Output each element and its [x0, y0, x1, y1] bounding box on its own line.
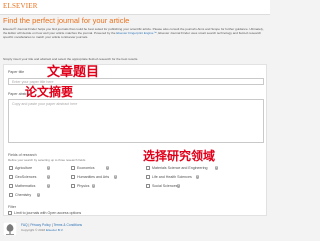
filter-label: Filter [8, 205, 16, 209]
footer-links: FAQ | Privacy Policy | Terms & Condition… [21, 223, 82, 227]
info-icon-life-health[interactable]: i [196, 175, 200, 179]
annotation-abstract: 论文摘要 [25, 85, 74, 99]
fields-of-research-hint: Refine your search by selecting up to th… [8, 157, 86, 162]
checkbox-life-health[interactable] [146, 175, 150, 179]
checkbox-humanities[interactable] [71, 175, 75, 179]
checkbox-agriculture[interactable] [9, 166, 13, 170]
paper-abstract-input[interactable] [8, 99, 264, 143]
privacy-policy-link[interactable]: Privacy Policy [30, 223, 51, 227]
field-label-agriculture: Agriculture [15, 166, 33, 170]
field-label-chemistry: Chemistry [15, 193, 32, 197]
open-access-label: Limit to journals with Open access optio… [14, 211, 82, 215]
info-icon-materials-science[interactable]: i [215, 166, 219, 170]
checkbox-open-access[interactable] [8, 211, 12, 215]
field-label-life-health: Life and Health Sciences [152, 175, 192, 179]
checkbox-chemistry[interactable] [9, 193, 13, 197]
info-icon-economics[interactable]: i [106, 166, 110, 170]
annotation-fields: 选择研究领域 [143, 149, 216, 163]
footer-copyright: Copyright © 2018 Elsevier B.V. [21, 228, 63, 232]
fingerprint-engine-link[interactable]: Elsevier Fingerprint Engine™ [116, 31, 156, 35]
faq-link[interactable]: FAQ [21, 223, 28, 227]
checkbox-economics[interactable] [71, 166, 75, 170]
elsevier-logo[interactable]: ELSEVIER [3, 2, 38, 10]
instruction-text: Simply insert your title and abstract an… [3, 57, 139, 61]
field-label-humanities: Humanities and Arts [77, 175, 110, 179]
field-label-materials-science: Materials Science and Engineering [152, 166, 208, 170]
page-title: Find the perfect journal for your articl… [3, 16, 130, 25]
field-label-geosciences: GeoSciences [15, 175, 37, 179]
info-icon-social-sciences[interactable]: i [177, 184, 181, 188]
info-icon-humanities[interactable]: i [114, 175, 118, 179]
field-label-social-sciences: Social Sciences [152, 184, 178, 188]
checkbox-social-sciences[interactable] [146, 184, 150, 188]
fields-of-research-label: Fields of research [8, 153, 37, 157]
paper-title-label: Paper title [8, 70, 25, 74]
top-header: ELSEVIER [0, 0, 270, 15]
field-label-physics: Physics [77, 184, 90, 188]
info-icon-agriculture[interactable]: i [47, 166, 51, 170]
field-label-mathematics: Mathematics [15, 184, 36, 188]
intro-text: Elsevier® Journal Finder helps you find … [3, 27, 265, 39]
annotation-title: 文章题目 [47, 65, 100, 80]
info-icon-mathematics[interactable]: i [47, 184, 51, 188]
checkbox-geosciences[interactable] [9, 175, 13, 179]
checkbox-physics[interactable] [71, 184, 75, 188]
copyright-prefix: Copyright © 2018 [21, 227, 46, 232]
intro-paragraph-2-prefix: Powered by the [93, 31, 117, 36]
terms-link[interactable]: Terms & Conditions [53, 223, 82, 227]
field-label-economics: Economics [77, 166, 95, 170]
info-icon-physics[interactable]: i [92, 184, 96, 188]
elsevier-bv-link[interactable]: Elsevier B.V. [46, 228, 63, 232]
info-icon-chemistry[interactable]: i [37, 193, 41, 197]
elsevier-tree-logo [3, 222, 17, 236]
info-icon-geosciences[interactable]: i [47, 175, 51, 179]
checkbox-mathematics[interactable] [9, 184, 13, 188]
checkbox-materials-science[interactable] [146, 166, 150, 170]
